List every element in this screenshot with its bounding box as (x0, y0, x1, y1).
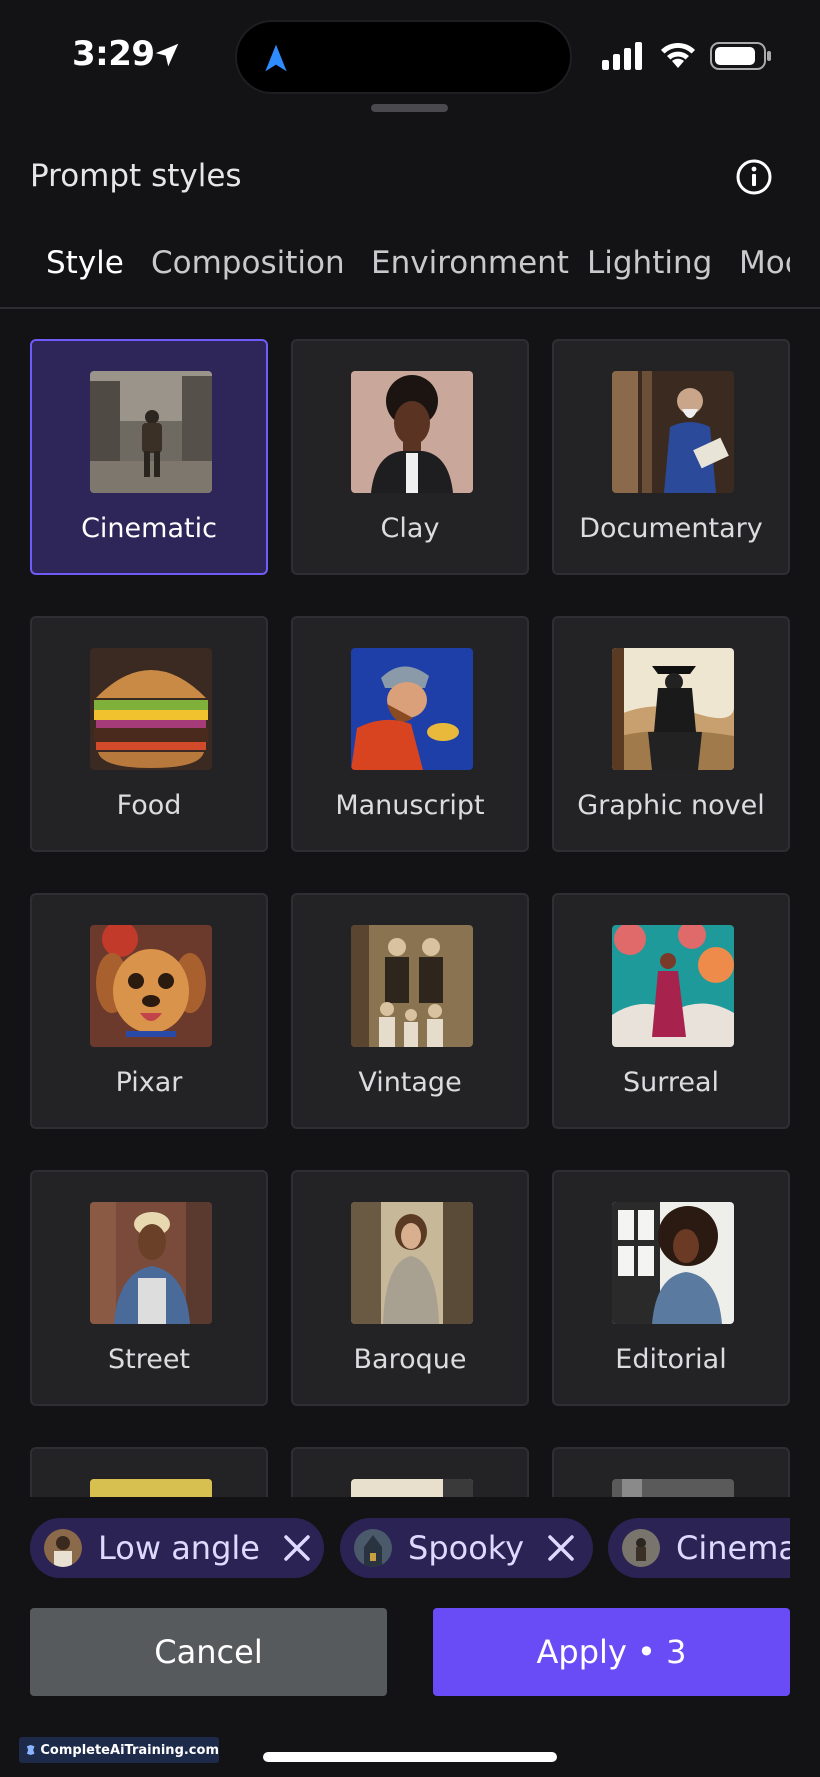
editorial-thumbnail (612, 1202, 734, 1324)
style-label: Food (116, 790, 182, 821)
manuscript-thumbnail (351, 648, 473, 770)
close-icon[interactable] (546, 1533, 576, 1563)
chip-label: Spooky (408, 1529, 525, 1567)
tab-environment[interactable]: Environment (371, 245, 569, 281)
dynamic-island (235, 20, 572, 94)
close-icon[interactable] (282, 1533, 312, 1563)
style-grid: Cinematic Clay Documentary Food Manuscri… (0, 309, 820, 1497)
style-card-surreal[interactable]: Surreal (552, 893, 790, 1129)
vintage-thumbnail (351, 925, 473, 1047)
style-card-editorial[interactable]: Editorial (552, 1170, 790, 1406)
tab-mood[interactable]: Mood (739, 245, 790, 281)
location-arrow-icon (155, 43, 179, 67)
style-label: Street (107, 1344, 191, 1375)
style-card-baroque[interactable]: Baroque (291, 1170, 529, 1406)
style-label: Clay (380, 513, 440, 544)
style-card-manuscript[interactable]: Manuscript (291, 616, 529, 852)
wifi-icon (661, 42, 695, 68)
partial-thumbnail (90, 1479, 212, 1497)
style-card-vintage[interactable]: Vintage (291, 893, 529, 1129)
style-label: Pixar (115, 1067, 183, 1098)
style-card-food[interactable]: Food (30, 616, 268, 852)
street-thumbnail (90, 1202, 212, 1324)
style-card-partial[interactable] (30, 1447, 268, 1497)
style-label: Vintage (358, 1067, 462, 1098)
watermark: CompleteAiTraining.com (19, 1737, 219, 1763)
style-card-street[interactable]: Street (30, 1170, 268, 1406)
home-indicator[interactable] (263, 1752, 557, 1762)
surreal-thumbnail (612, 925, 734, 1047)
status-time: 3:29 (72, 34, 155, 74)
style-label: Graphic novel (577, 790, 765, 821)
chip-avatar (44, 1529, 82, 1567)
style-card-partial[interactable] (291, 1447, 529, 1497)
style-label: Manuscript (335, 790, 485, 821)
chip-spooky[interactable]: Spooky (340, 1518, 593, 1578)
style-label: Baroque (353, 1344, 467, 1375)
tab-lighting[interactable]: Lighting (587, 245, 712, 281)
chip-avatar (354, 1529, 392, 1567)
style-label: Editorial (615, 1344, 727, 1375)
style-label: Cinematic (81, 513, 217, 544)
status-bar: 3:29 (0, 0, 820, 110)
style-card-cinematic[interactable]: Cinematic (30, 339, 268, 575)
partial-thumbnail (612, 1479, 734, 1497)
documentary-thumbnail (612, 371, 734, 493)
cinematic-thumbnail (90, 371, 212, 493)
style-card-pixar[interactable]: Pixar (30, 893, 268, 1129)
chip-label: Low angle (98, 1529, 260, 1567)
tab-composition[interactable]: Composition (151, 245, 345, 281)
cellular-signal-icon (602, 42, 642, 70)
food-thumbnail (90, 648, 212, 770)
clay-thumbnail (351, 371, 473, 493)
style-card-partial[interactable] (552, 1447, 790, 1497)
category-tabs: Style Composition Environment Lighting M… (0, 245, 790, 305)
battery-icon (710, 42, 771, 70)
apply-button[interactable]: Apply • 3 (433, 1608, 790, 1696)
watermark-text: CompleteAiTraining.com (40, 1742, 219, 1758)
chip-avatar (622, 1529, 660, 1567)
graphic-novel-thumbnail (612, 648, 734, 770)
chip-cinematic[interactable]: Cinematic (608, 1518, 790, 1578)
sheet-grabber[interactable] (371, 104, 448, 112)
baroque-thumbnail (351, 1202, 473, 1324)
brand-logo-icon (26, 1744, 35, 1756)
cancel-button[interactable]: Cancel (30, 1608, 387, 1696)
selected-styles-chips: Low angle Spooky Cinematic (0, 1518, 790, 1580)
partial-thumbnail (351, 1479, 473, 1497)
style-card-graphic-novel[interactable]: Graphic novel (552, 616, 790, 852)
style-card-documentary[interactable]: Documentary (552, 339, 790, 575)
navigation-icon (265, 44, 287, 72)
style-label: Surreal (622, 1067, 720, 1098)
style-label: Documentary (579, 513, 763, 544)
page-title: Prompt styles (30, 158, 242, 194)
pixar-thumbnail (90, 925, 212, 1047)
style-card-clay[interactable]: Clay (291, 339, 529, 575)
tab-style[interactable]: Style (46, 245, 124, 281)
chip-label: Cinematic (676, 1529, 790, 1567)
chip-low-angle[interactable]: Low angle (30, 1518, 324, 1578)
info-icon[interactable] (735, 158, 773, 196)
